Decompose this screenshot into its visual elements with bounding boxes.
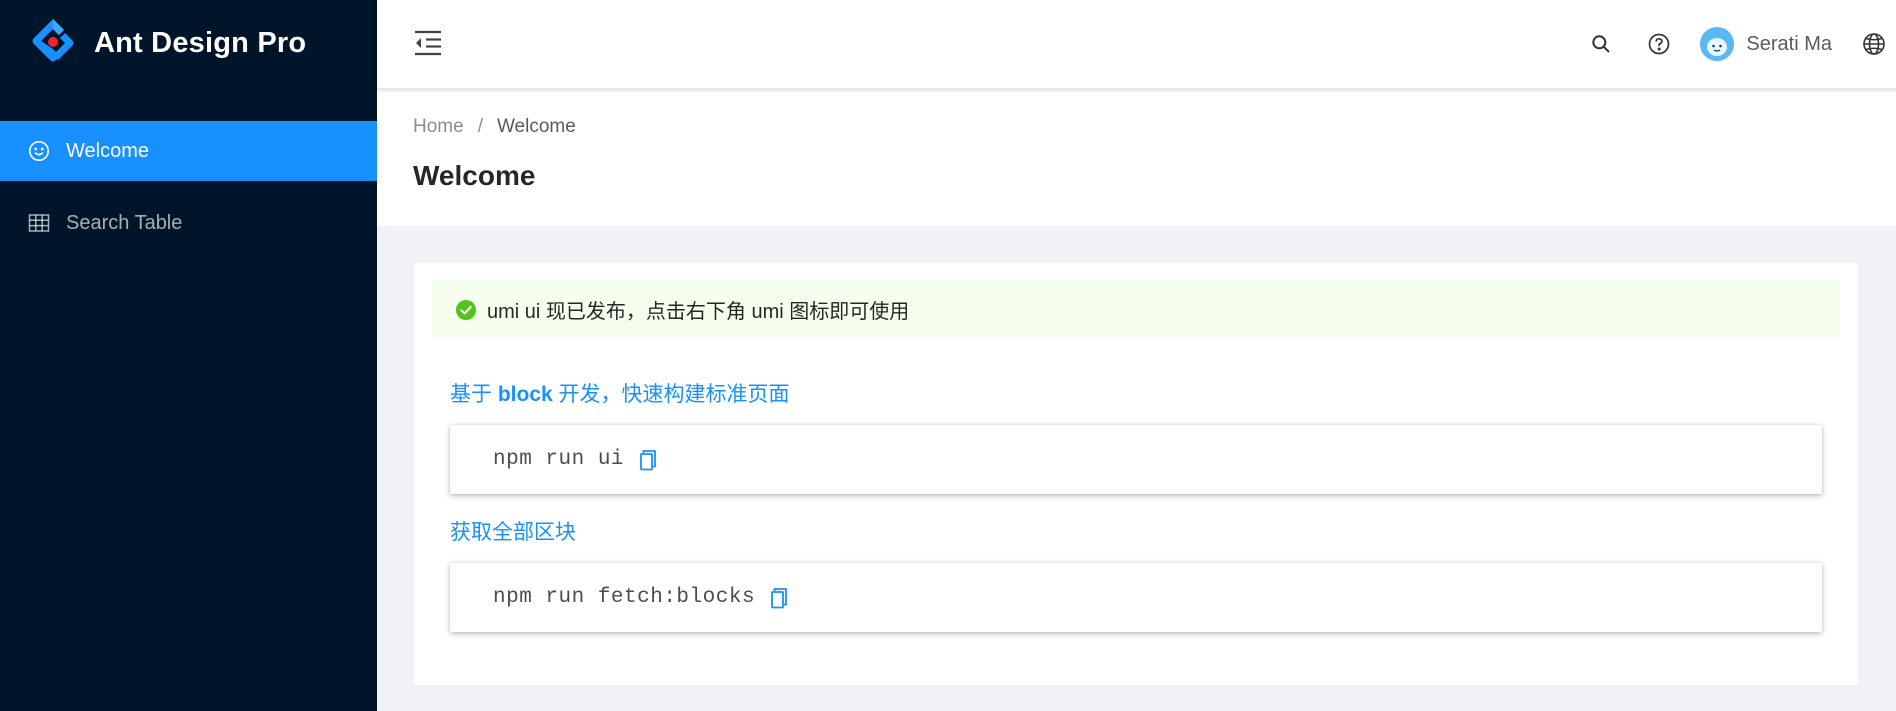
content-card: umi ui 现已发布，点击右下角 umi 图标即可使用 基于 block 开发… bbox=[414, 263, 1858, 685]
block-dev-link-suffix: 开发，快速构建标准页面 bbox=[552, 383, 790, 406]
sidebar-item-label: Welcome bbox=[66, 139, 149, 162]
breadcrumb: Home / Welcome bbox=[413, 116, 576, 138]
header-actions: Serati Ma bbox=[1572, 0, 1896, 88]
globe-icon bbox=[1863, 33, 1885, 55]
table-icon bbox=[28, 212, 50, 234]
logo[interactable]: Ant Design Pro bbox=[28, 16, 306, 70]
breadcrumb-separator: / bbox=[477, 116, 483, 137]
sidebar-menu: Welcome Search Table bbox=[0, 121, 377, 253]
breadcrumb-home[interactable]: Home bbox=[413, 116, 464, 138]
breadcrumb-current: Welcome bbox=[496, 116, 576, 137]
ant-design-logo-icon bbox=[32, 19, 74, 62]
sidebar-item-label: Search Table bbox=[66, 211, 183, 234]
check-circle-icon bbox=[456, 299, 476, 320]
sidebar-item-welcome[interactable]: Welcome bbox=[0, 121, 377, 181]
fetch-blocks-link[interactable]: 获取全部区块 bbox=[450, 516, 576, 546]
block-dev-link-bold: block bbox=[497, 383, 553, 406]
command-text: npm run ui bbox=[493, 448, 625, 471]
user-dropdown[interactable]: Serati Ma bbox=[1688, 0, 1852, 88]
menu-fold-icon[interactable] bbox=[413, 29, 443, 57]
command-text: npm run fetch:blocks bbox=[493, 586, 756, 609]
question-circle-icon bbox=[1649, 33, 1670, 55]
avatar bbox=[1700, 27, 1735, 61]
alert-text: umi ui 现已发布，点击右下角 umi 图标即可使用 bbox=[487, 301, 910, 323]
search-icon bbox=[1592, 35, 1611, 53]
success-alert: umi ui 现已发布，点击右下角 umi 图标即可使用 bbox=[432, 281, 1840, 338]
help-button[interactable] bbox=[1630, 0, 1688, 88]
search-button[interactable] bbox=[1572, 0, 1630, 88]
copy-icon[interactable] bbox=[769, 587, 789, 609]
user-name: Serati Ma bbox=[1746, 32, 1832, 55]
sidebar: Ant Design Pro Welcome Search Table bbox=[0, 0, 377, 711]
page-header: Home / Welcome Welcome bbox=[377, 92, 1896, 226]
code-block-fetch: npm run fetch:blocks bbox=[450, 563, 1822, 632]
copy-icon[interactable] bbox=[638, 449, 658, 471]
page-title: Welcome bbox=[413, 160, 536, 191]
block-dev-link-prefix: 基于 bbox=[450, 383, 498, 406]
smile-icon bbox=[28, 140, 50, 162]
code-block-ui: npm run ui bbox=[450, 425, 1822, 494]
language-selector[interactable] bbox=[1852, 0, 1896, 88]
top-header: Serati Ma bbox=[377, 0, 1896, 88]
app-title: Ant Design Pro bbox=[94, 26, 307, 59]
block-dev-link[interactable]: 基于 block 开发，快速构建标准页面 bbox=[450, 378, 790, 408]
sidebar-item-search-table[interactable]: Search Table bbox=[0, 193, 377, 253]
